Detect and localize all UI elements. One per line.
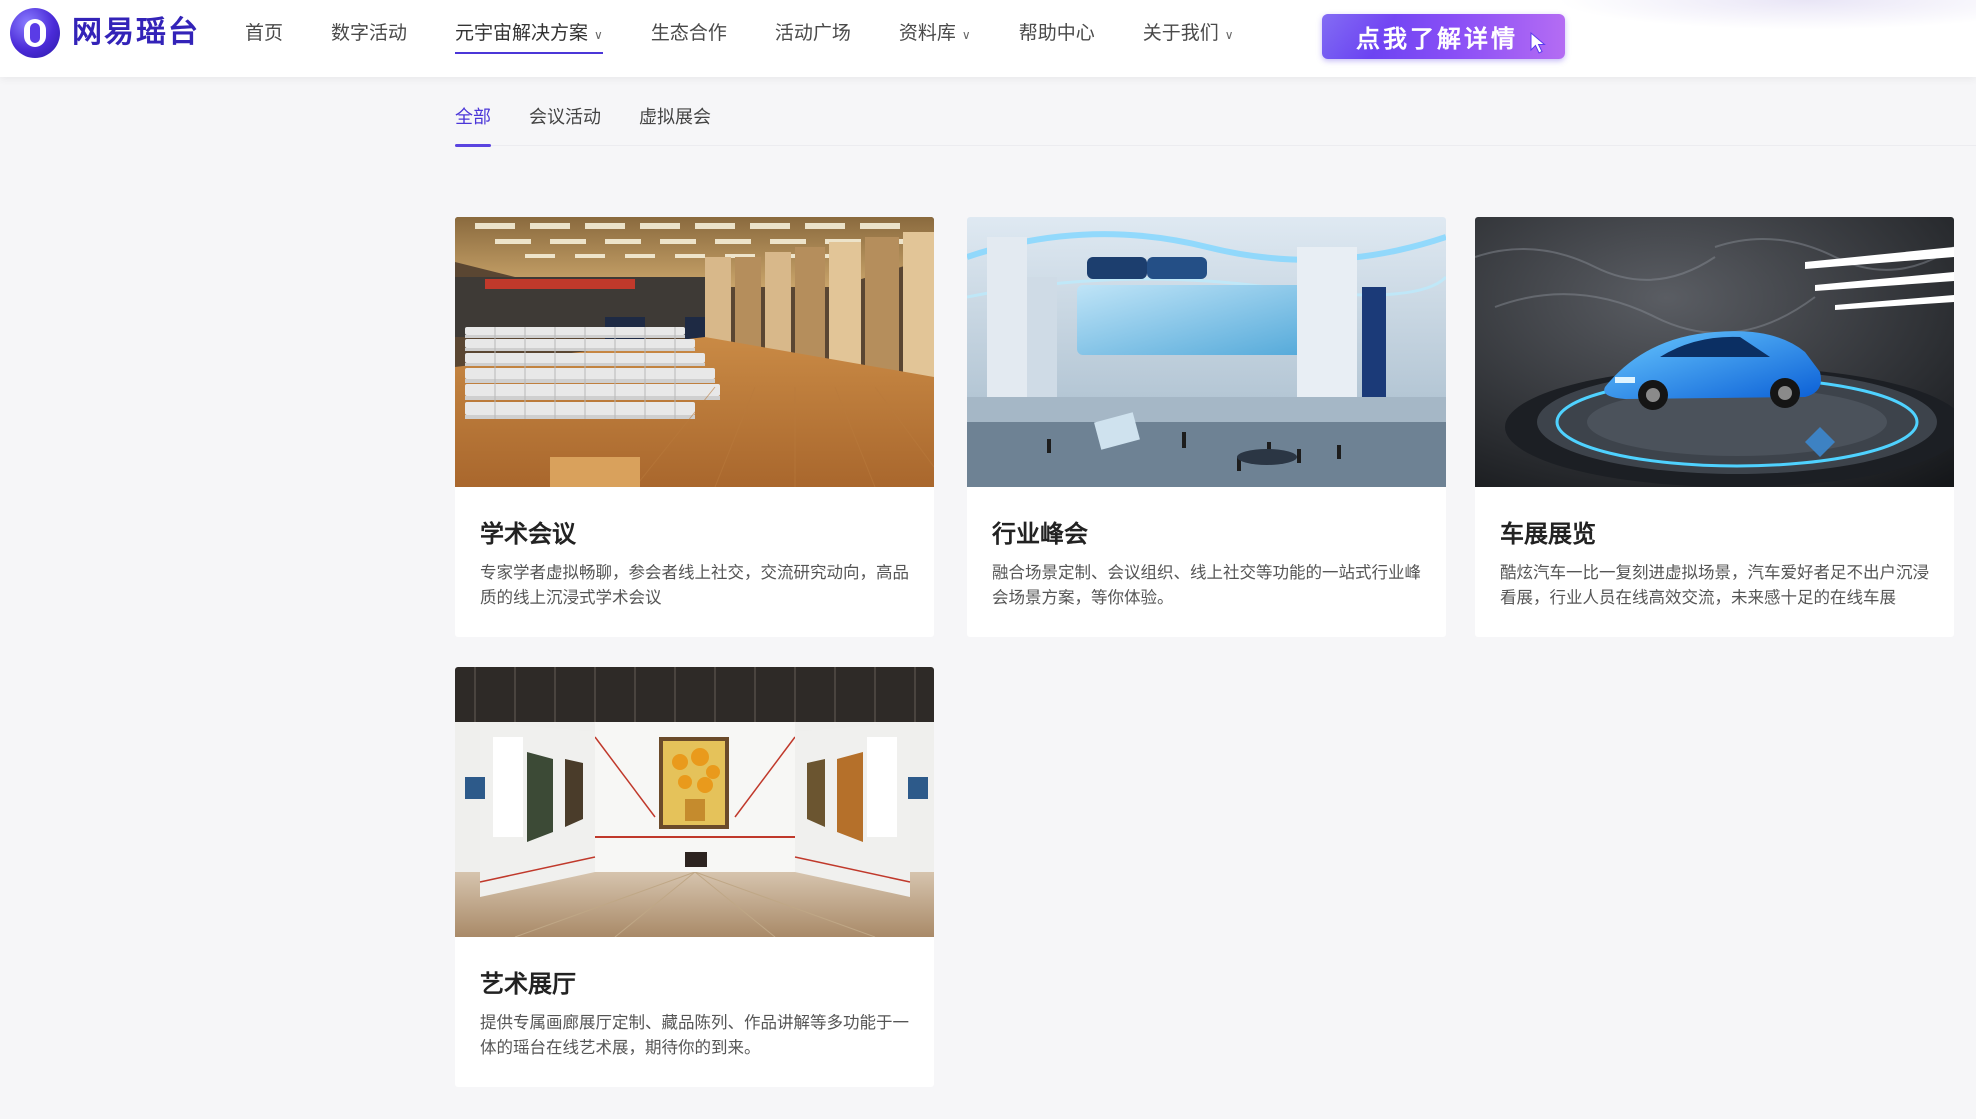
chevron-down-icon: ∨ <box>961 28 971 42</box>
nav-item-metaverse-solutions[interactable]: 元宇宙解决方案 ∨ <box>455 0 603 66</box>
brand-name: 网易瑶台 <box>72 15 200 50</box>
learn-more-button[interactable]: 点我了解详情 <box>1322 14 1565 59</box>
category-tabs: 全部 会议活动 虚拟展会 <box>455 104 1976 147</box>
nav-item-about-us[interactable]: 关于我们 ∨ <box>1143 0 1234 66</box>
nav-item-label: 数字活动 <box>331 22 408 44</box>
nav-item-label: 资料库 <box>898 22 956 44</box>
nav-item-resources[interactable]: 资料库 ∨ <box>899 0 971 66</box>
nav-item-digital-events[interactable]: 数字活动 <box>331 0 407 66</box>
tab-meeting-events[interactable]: 会议活动 <box>529 104 601 146</box>
tab-all[interactable]: 全部 <box>455 104 491 147</box>
brand-logo[interactable]: 网易瑶台 <box>10 8 200 58</box>
auditorium-image <box>455 217 934 487</box>
art-gallery-image <box>455 667 934 937</box>
card-title: 车展展览 <box>1500 520 1596 548</box>
nav-item-label: 活动广场 <box>774 22 851 44</box>
nav-item-event-plaza[interactable]: 活动广场 <box>775 0 851 66</box>
car-showroom-image <box>1475 217 1954 487</box>
card-description: 提供专属画廊展厅定制、藏品陈列、作品讲解等多功能于一体的瑶台在线艺术展，期待你的… <box>480 1013 909 1057</box>
nav-item-label: 关于我们 <box>1142 22 1219 44</box>
main-nav: 首页 数字活动 元宇宙解决方案 ∨ 生态合作 活动广场 资料库 ∨ 帮助中心 关于我… <box>245 0 1282 66</box>
chevron-down-icon: ∨ <box>1224 28 1234 42</box>
solution-card-academic-conference[interactable]: 学术会议 专家学者虚拟畅聊，参会者线上社交，交流研究动向，高品质的线上沉浸式学术… <box>455 217 934 637</box>
header-glow-decoration <box>1556 0 1976 30</box>
card-title: 学术会议 <box>480 520 576 548</box>
card-title: 行业峰会 <box>992 520 1088 548</box>
card-description: 融合场景定制、会议组织、线上社交等功能的一站式行业峰会场景方案，等你体验。 <box>992 563 1421 607</box>
card-title: 艺术展厅 <box>480 970 576 998</box>
cursor-icon <box>1530 32 1546 54</box>
logo-icon <box>10 8 60 58</box>
nav-item-label: 首页 <box>245 22 284 44</box>
solution-card-industry-summit[interactable]: 行业峰会 融合场景定制、会议组织、线上社交等功能的一站式行业峰会场景方案，等你体… <box>967 217 1446 637</box>
solution-card-auto-show[interactable]: 车展展览 酷炫汽车一比一复刻进虚拟场景，汽车爱好者足不出户沉浸看展，行业人员在线… <box>1475 217 1954 637</box>
tab-virtual-exhibitions[interactable]: 虚拟展会 <box>639 104 711 146</box>
top-header: 网易瑶台 首页 数字活动 元宇宙解决方案 ∨ 生态合作 活动广场 资料库 ∨ 帮助中… <box>0 0 1976 77</box>
nav-item-label: 元宇宙解决方案 <box>455 22 589 44</box>
nav-item-ecosystem[interactable]: 生态合作 <box>651 0 727 66</box>
nav-item-label: 帮助中心 <box>1018 22 1095 44</box>
nav-item-label: 生态合作 <box>650 22 727 44</box>
promo-label: 点我了解详情 <box>1356 25 1518 53</box>
solution-card-art-gallery[interactable]: 艺术展厅 提供专属画廊展厅定制、藏品陈列、作品讲解等多功能于一体的瑶台在线艺术展… <box>455 667 934 1087</box>
card-description: 专家学者虚拟畅聊，参会者线上社交，交流研究动向，高品质的线上沉浸式学术会议 <box>480 563 909 607</box>
chevron-down-icon: ∨ <box>594 28 603 42</box>
card-description: 酷炫汽车一比一复刻进虚拟场景，汽车爱好者足不出户沉浸看展，行业人员在线高效交流，… <box>1500 563 1929 607</box>
nav-item-help-center[interactable]: 帮助中心 <box>1019 0 1095 66</box>
nav-item-home[interactable]: 首页 <box>245 0 283 66</box>
virtual-summit-hall-image <box>967 217 1446 487</box>
